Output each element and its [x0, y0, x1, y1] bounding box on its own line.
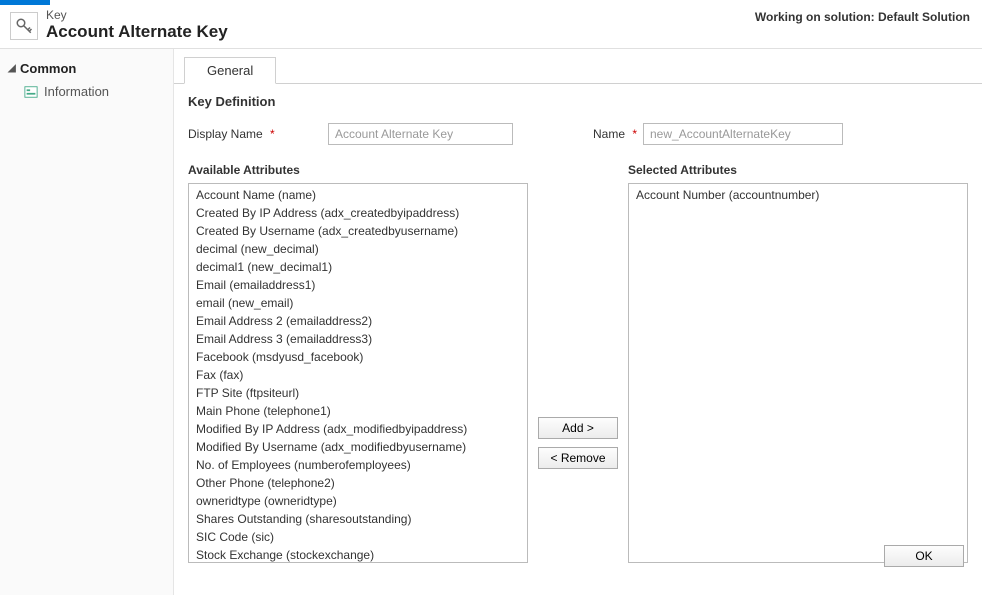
name-input[interactable]: new_AccountAlternateKey [643, 123, 843, 145]
sidebar-item-information[interactable]: Information [0, 80, 173, 103]
entity-type: Key [46, 8, 228, 22]
list-item[interactable]: Main Phone (telephone1) [191, 402, 525, 420]
list-item[interactable]: SIC Code (sic) [191, 528, 525, 546]
display-name-input[interactable]: Account Alternate Key [328, 123, 513, 145]
sidebar-root-label: Common [20, 61, 76, 76]
list-item[interactable]: Account Name (name) [191, 186, 525, 204]
solution-info: Working on solution: Default Solution [755, 10, 970, 24]
available-label: Available Attributes [188, 163, 528, 177]
list-item[interactable]: Created By Username (adx_createdbyuserna… [191, 222, 525, 240]
list-item[interactable]: Shares Outstanding (sharesoutstanding) [191, 510, 525, 528]
list-item[interactable]: owneridtype (owneridtype) [191, 492, 525, 510]
list-item[interactable]: Email Address 2 (emailaddress2) [191, 312, 525, 330]
caret-down-icon: ◢ [8, 63, 18, 74]
page-title: Account Alternate Key [46, 22, 228, 42]
ok-button[interactable]: OK [884, 545, 964, 567]
list-item[interactable]: email (new_email) [191, 294, 525, 312]
nav-sidebar: ◢ Common Information [0, 49, 174, 595]
page-header: Key Account Alternate Key Working on sol… [0, 0, 982, 49]
display-name-label: Display Name * [188, 127, 328, 141]
selected-attributes-list[interactable]: Account Number (accountnumber) [628, 183, 968, 563]
list-item[interactable]: Created By IP Address (adx_createdbyipad… [191, 204, 525, 222]
list-item[interactable]: Stock Exchange (stockexchange) [191, 546, 525, 563]
tabs: General [184, 57, 982, 84]
list-item[interactable]: Email Address 3 (emailaddress3) [191, 330, 525, 348]
list-item[interactable]: Modified By IP Address (adx_modifiedbyip… [191, 420, 525, 438]
form-icon [24, 85, 38, 99]
list-item[interactable]: Other Phone (telephone2) [191, 474, 525, 492]
remove-button[interactable]: < Remove [538, 447, 618, 469]
list-item[interactable]: decimal1 (new_decimal1) [191, 258, 525, 276]
sidebar-item-label: Information [44, 84, 109, 99]
selected-label: Selected Attributes [628, 163, 968, 177]
list-item[interactable]: FTP Site (ftpsiteurl) [191, 384, 525, 402]
sidebar-node-common[interactable]: ◢ Common [0, 57, 173, 80]
list-item[interactable]: Facebook (msdyusd_facebook) [191, 348, 525, 366]
add-button[interactable]: Add > [538, 417, 618, 439]
list-item[interactable]: Fax (fax) [191, 366, 525, 384]
list-item[interactable]: No. of Employees (numberofemployees) [191, 456, 525, 474]
section-title: Key Definition [188, 94, 968, 109]
key-icon [10, 12, 38, 40]
name-label: Name * [593, 127, 643, 141]
list-item[interactable]: Modified By Username (adx_modifiedbyuser… [191, 438, 525, 456]
list-item[interactable]: Email (emailaddress1) [191, 276, 525, 294]
available-attributes-list[interactable]: Account Name (name)Created By IP Address… [188, 183, 528, 563]
tab-general[interactable]: General [184, 57, 276, 84]
list-item[interactable]: Account Number (accountnumber) [631, 186, 965, 204]
list-item[interactable]: decimal (new_decimal) [191, 240, 525, 258]
